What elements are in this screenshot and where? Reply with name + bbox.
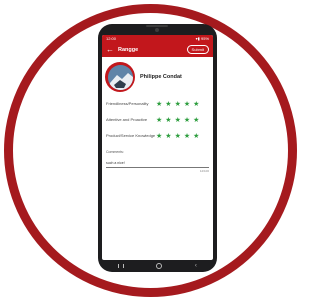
page-title: Rangge: [118, 46, 139, 53]
status-indicators: ▾▮ 95%: [195, 36, 209, 41]
star-icon[interactable]: ★: [156, 101, 162, 108]
avatar-photo: [107, 64, 133, 90]
character-counter: 12/100: [199, 169, 209, 173]
status-time: 12:00: [106, 36, 117, 41]
chevron-left-icon[interactable]: ‹: [195, 263, 197, 269]
star-icon[interactable]: ★: [193, 133, 199, 140]
status-bar: 12:00 ▾▮ 95%: [102, 35, 213, 42]
rating-label: Attentive and Proactive: [106, 116, 148, 122]
star-icon[interactable]: ★: [156, 133, 162, 140]
comments-field[interactable]: such a nice!: [106, 161, 209, 168]
arrow-left-icon[interactable]: ←: [106, 45, 116, 54]
comments-label: Comments:: [106, 150, 124, 154]
rating-list: Friendliness/Personality ★ ★ ★ ★ ★ Atten…: [102, 96, 213, 144]
front-camera: [155, 28, 159, 32]
star-icon[interactable]: ★: [156, 117, 162, 124]
comments-section: Comments: such a nice! 12/100: [102, 144, 213, 173]
star-icon[interactable]: ★: [175, 101, 181, 108]
rating-row: Attentive and Proactive ★ ★ ★ ★ ★: [106, 112, 209, 128]
star-rating[interactable]: ★ ★ ★ ★ ★: [156, 101, 199, 108]
profile-section: Philippe Condat: [102, 57, 213, 96]
earpiece-speaker: [146, 25, 168, 27]
rating-row: Friendliness/Personality ★ ★ ★ ★ ★: [106, 96, 209, 112]
star-icon[interactable]: ★: [175, 133, 181, 140]
avatar: [105, 62, 135, 92]
submit-button[interactable]: Submit: [186, 45, 209, 54]
star-icon[interactable]: ★: [184, 117, 190, 124]
recent-apps-icon[interactable]: [118, 264, 125, 268]
phone-mockup: 12:00 ▾▮ 95% ← Rangge Submit Philippe Co…: [98, 24, 217, 272]
star-icon[interactable]: ★: [165, 101, 171, 108]
star-icon[interactable]: ★: [193, 117, 199, 124]
rating-row: Product/Service Knowledge ★ ★ ★ ★ ★: [106, 128, 209, 144]
system-nav-bar: ‹: [102, 262, 213, 270]
star-icon[interactable]: ★: [165, 133, 171, 140]
app-screen: 12:00 ▾▮ 95% ← Rangge Submit Philippe Co…: [102, 35, 213, 260]
star-icon[interactable]: ★: [184, 101, 190, 108]
star-icon[interactable]: ★: [193, 101, 199, 108]
star-rating[interactable]: ★ ★ ★ ★ ★: [156, 133, 199, 140]
star-rating[interactable]: ★ ★ ★ ★ ★: [156, 117, 199, 124]
rating-label: Product/Service Knowledge: [106, 132, 156, 138]
star-icon[interactable]: ★: [184, 133, 190, 140]
profile-name: Philippe Condat: [140, 74, 182, 80]
rating-label: Friendliness/Personality: [106, 100, 149, 106]
circle-home-icon[interactable]: [156, 263, 163, 269]
star-icon[interactable]: ★: [175, 117, 181, 124]
star-icon[interactable]: ★: [165, 117, 171, 124]
app-header: ← Rangge Submit: [102, 42, 213, 57]
